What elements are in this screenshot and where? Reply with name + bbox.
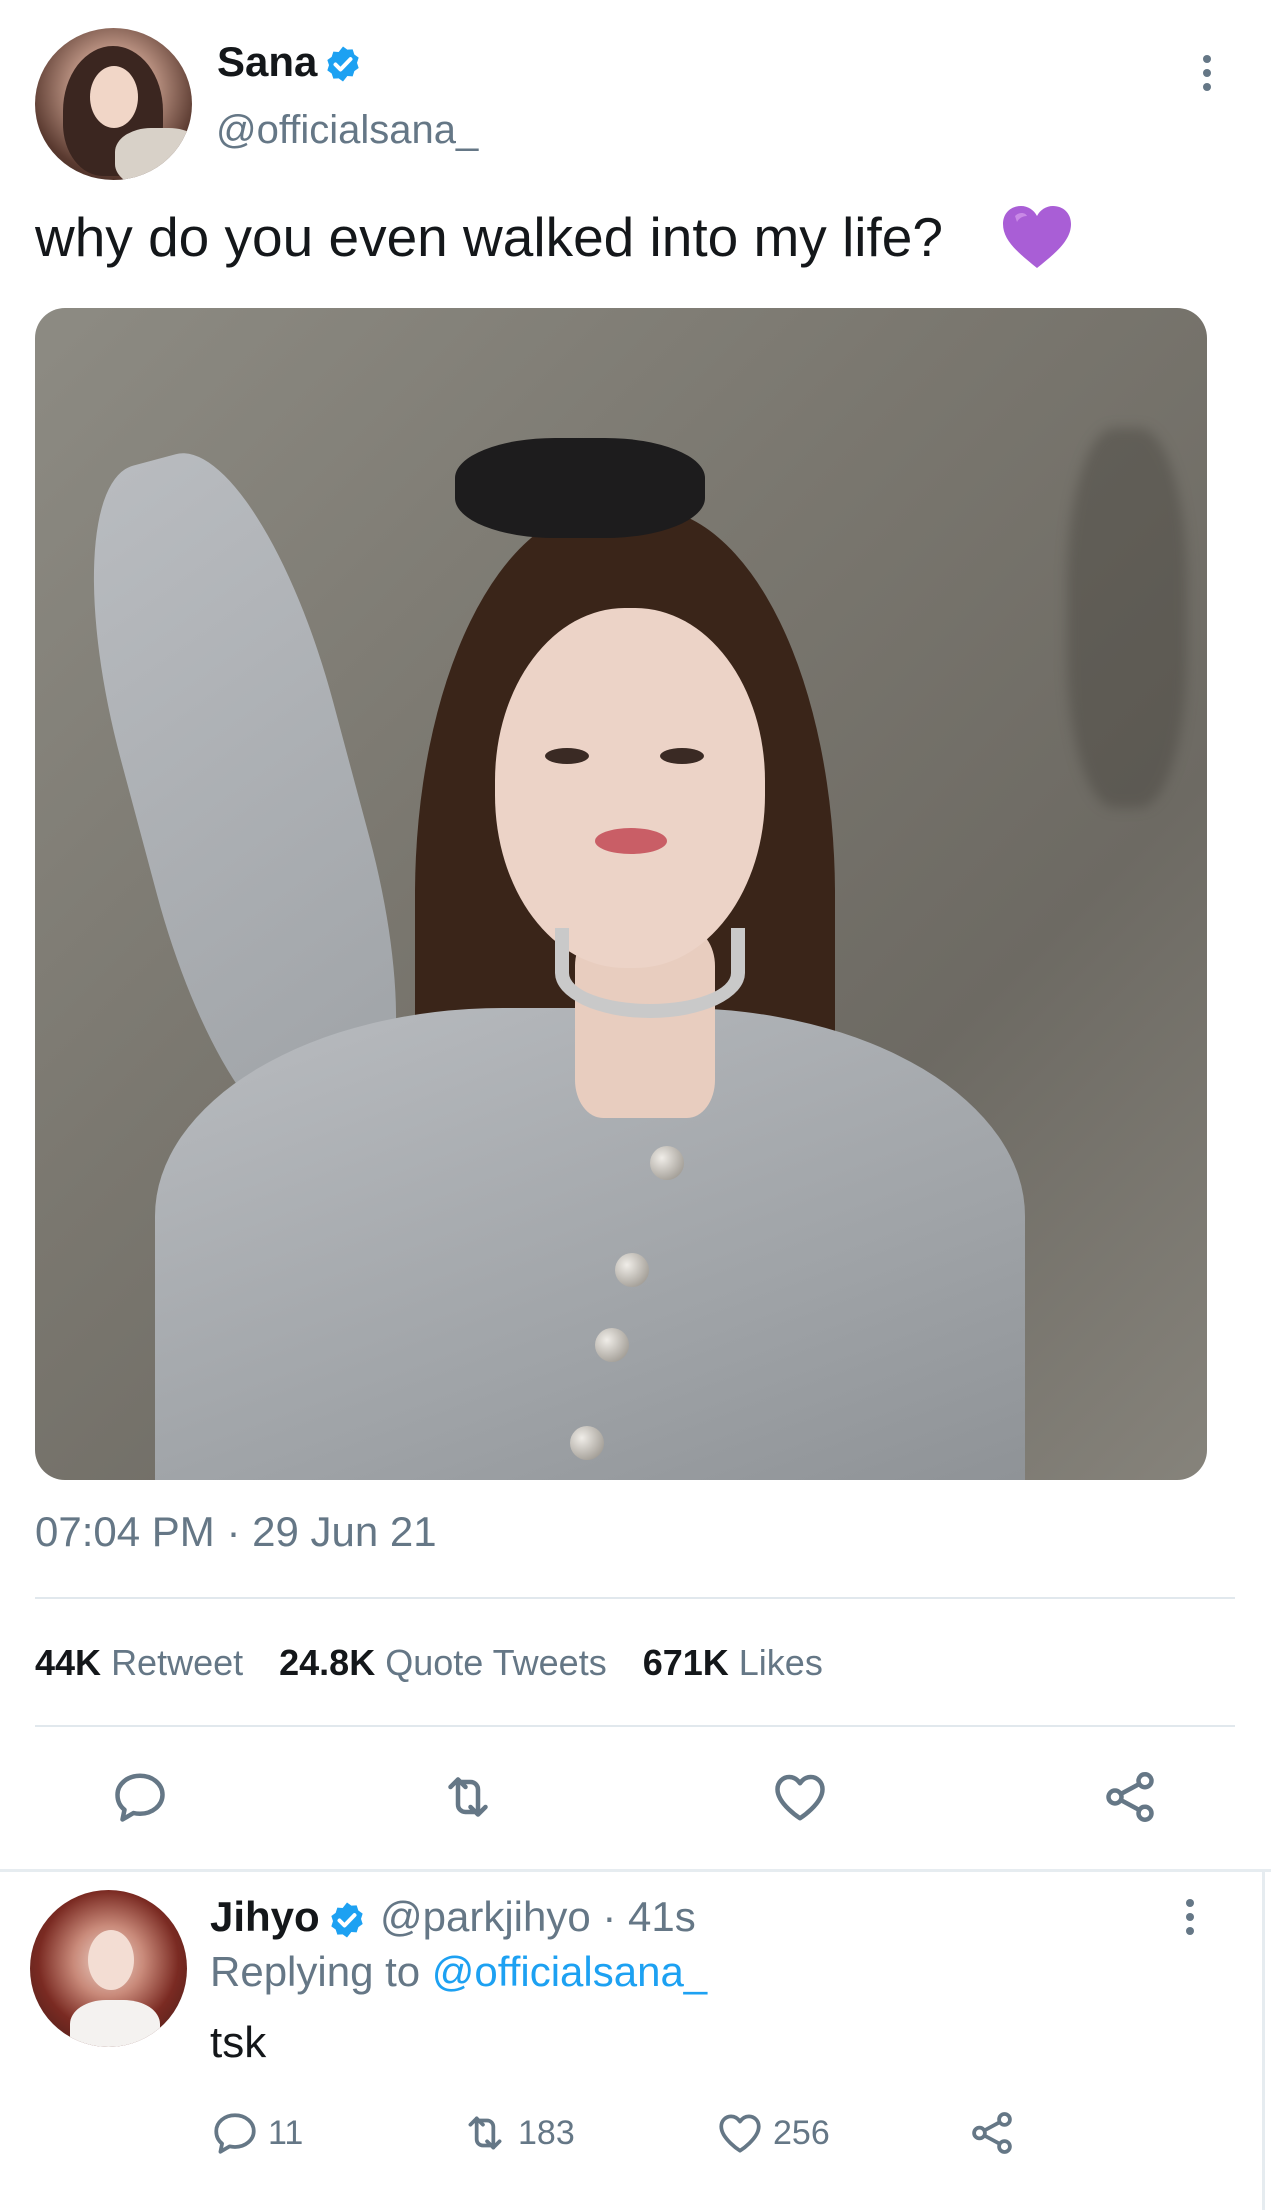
reply-retweet-action[interactable]: 183 bbox=[460, 2108, 575, 2158]
photo-jacket-button bbox=[595, 1328, 629, 1362]
photo-necklace bbox=[555, 928, 745, 1018]
reply-icon[interactable] bbox=[110, 1767, 170, 1827]
avatar-shirt bbox=[70, 2000, 160, 2047]
like-heart-icon bbox=[719, 2114, 761, 2153]
photo-glove bbox=[455, 438, 705, 538]
reply-reply-action[interactable]: 11 bbox=[210, 2108, 303, 2158]
avatar-coat bbox=[115, 128, 192, 180]
more-options-icon[interactable] bbox=[1197, 52, 1217, 96]
photo-wall-stain bbox=[1067, 428, 1187, 808]
tweet-stats: 44K Retweet 24.8K Quote Tweets 671K Likes bbox=[35, 1642, 823, 1684]
tweet-photo[interactable] bbox=[35, 308, 1207, 1480]
photo-jacket-button bbox=[650, 1146, 684, 1180]
replying-to-prefix: Replying to bbox=[210, 1948, 421, 1995]
likes-stat[interactable]: 671K Likes bbox=[643, 1642, 823, 1683]
photo-lips bbox=[595, 828, 667, 854]
tweet-text: why do you even walked into my life? bbox=[35, 206, 943, 268]
avatar-face bbox=[90, 66, 138, 128]
verified-badge-icon bbox=[327, 46, 359, 82]
reply-text: tsk bbox=[210, 2018, 267, 2067]
photo-face bbox=[495, 608, 765, 968]
divider bbox=[35, 1597, 1235, 1599]
photo-jacket-button bbox=[570, 1426, 604, 1460]
author-display-name[interactable]: Sana bbox=[217, 38, 317, 86]
right-edge-divider bbox=[1262, 1869, 1265, 2210]
reply-author-avatar[interactable] bbox=[30, 1890, 187, 2047]
reply-icon bbox=[214, 2113, 256, 2154]
author-avatar[interactable] bbox=[35, 28, 192, 180]
like-count: 256 bbox=[773, 2113, 830, 2152]
reply-share-action[interactable] bbox=[967, 2108, 1017, 2158]
quote-tweets-stat[interactable]: 24.8K Quote Tweets bbox=[279, 1642, 607, 1683]
avatar-face bbox=[88, 1930, 134, 1990]
retweet-icon[interactable] bbox=[438, 1767, 498, 1827]
photo-eye bbox=[545, 748, 589, 764]
share-icon[interactable] bbox=[1100, 1767, 1160, 1827]
purple-heart-icon bbox=[1003, 206, 1071, 268]
replying-to-mention[interactable]: @officialsana_ bbox=[432, 1948, 707, 1995]
reply-handle-and-time[interactable]: @parkjihyo · 41s bbox=[380, 1893, 696, 1941]
like-heart-icon[interactable] bbox=[770, 1767, 830, 1827]
replying-to-line: Replying to @officialsana_ bbox=[210, 1948, 707, 1996]
reply-more-options-icon[interactable] bbox=[1180, 1896, 1200, 1940]
divider bbox=[35, 1725, 1235, 1727]
author-handle[interactable]: @officialsana_ bbox=[216, 108, 478, 153]
retweet-icon bbox=[468, 2116, 502, 2150]
photo-eye bbox=[660, 748, 704, 764]
retweets-stat[interactable]: 44K Retweet bbox=[35, 1642, 243, 1683]
retweet-count: 183 bbox=[518, 2113, 575, 2152]
verified-badge-icon bbox=[331, 1902, 363, 1938]
reply-like-action[interactable]: 256 bbox=[715, 2108, 830, 2158]
section-divider bbox=[0, 1869, 1271, 1872]
reply-count: 11 bbox=[268, 2113, 304, 2152]
photo-jacket-button bbox=[615, 1253, 649, 1287]
tweet-timestamp[interactable]: 07:04 PM · 29 Jun 21 bbox=[35, 1508, 437, 1556]
reply-author-display-name[interactable]: Jihyo bbox=[210, 1893, 320, 1941]
share-icon bbox=[972, 2112, 1012, 2154]
